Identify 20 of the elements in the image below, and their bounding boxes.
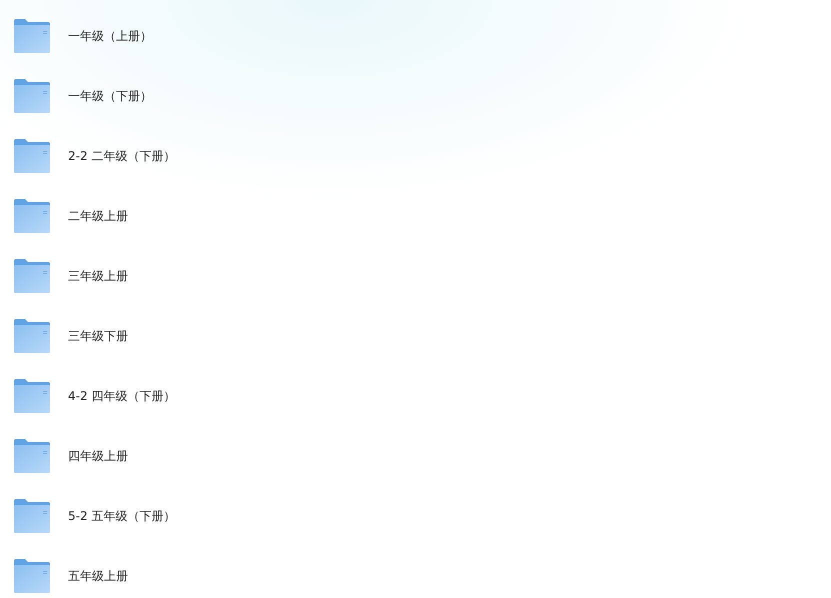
folder-name[interactable]: 2-2 二年级（下册） xyxy=(68,148,176,165)
folder-name[interactable]: 三年级下册 xyxy=(68,328,128,345)
folder-icon[interactable] xyxy=(14,319,50,353)
folder-name[interactable]: 五年级上册 xyxy=(68,568,128,585)
folder-icon[interactable] xyxy=(14,559,50,593)
folder-icon[interactable] xyxy=(14,379,50,413)
folder-name[interactable]: 一年级（上册） xyxy=(68,28,152,45)
folder-name[interactable]: 5-2 五年级（下册） xyxy=(68,508,176,525)
folder-icon[interactable] xyxy=(14,199,50,233)
folder-name[interactable]: 一年级（下册） xyxy=(68,88,152,105)
folder-icon[interactable] xyxy=(14,499,50,533)
folder-icon[interactable] xyxy=(14,19,50,53)
folder-name[interactable]: 二年级上册 xyxy=(68,208,128,225)
folder-name[interactable]: 4-2 四年级（下册） xyxy=(68,388,176,405)
folder-icon[interactable] xyxy=(14,139,50,173)
folder-icon[interactable] xyxy=(14,439,50,473)
folder-icon[interactable] xyxy=(14,79,50,113)
folder-name[interactable]: 三年级上册 xyxy=(68,268,128,285)
folder-name[interactable]: 四年级上册 xyxy=(68,448,128,465)
folder-icon[interactable] xyxy=(14,259,50,293)
